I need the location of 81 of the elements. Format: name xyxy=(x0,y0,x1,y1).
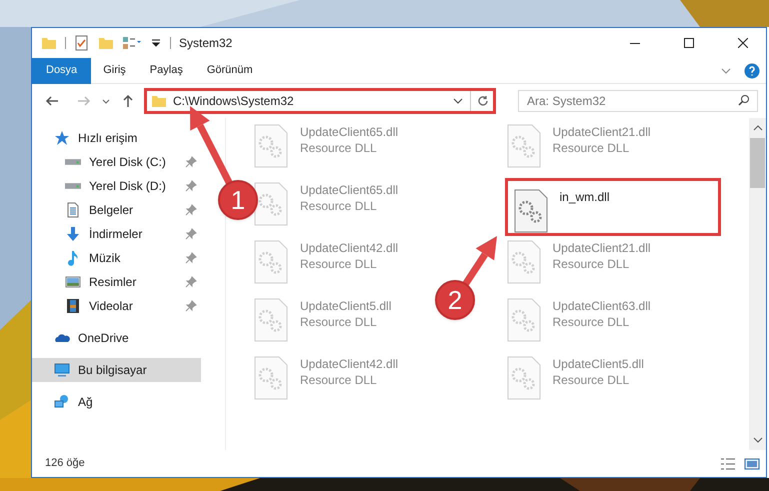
refresh-icon[interactable] xyxy=(477,95,489,107)
network-icon xyxy=(54,394,70,410)
sidebar-item[interactable]: Bu bilgisayar xyxy=(32,358,201,382)
file-name: UpdateClient63.dll xyxy=(552,298,651,314)
file-name: UpdateClient21.dll xyxy=(552,240,651,256)
folder-icon xyxy=(41,35,57,51)
folder-icon xyxy=(151,93,167,109)
pin-icon xyxy=(185,204,197,216)
file-name: UpdateClient5.dll xyxy=(552,356,644,372)
pin-icon xyxy=(185,252,197,264)
file-type: Resource DLL xyxy=(552,314,630,330)
close-icon xyxy=(738,38,748,48)
drive-icon xyxy=(65,159,81,165)
pin-icon xyxy=(185,156,197,168)
file-name: UpdateClient42.dll xyxy=(300,240,398,256)
file-menu-tab[interactable]: Dosya xyxy=(32,58,92,84)
download-arrow-icon xyxy=(65,226,81,242)
film-icon xyxy=(65,298,81,314)
scrollbar[interactable] xyxy=(749,118,766,450)
file-gears-icon xyxy=(254,124,288,168)
address-bar[interactable]: C:\Windows\System32 xyxy=(144,88,496,114)
sidebar-item[interactable]: Yerel Disk (D:) xyxy=(32,174,201,198)
large-icons-view-icon[interactable] xyxy=(744,456,760,472)
customize-toolbar-icon xyxy=(150,37,162,49)
file-type: Resource DLL xyxy=(300,140,378,156)
drive-icon xyxy=(65,183,81,189)
view-icon xyxy=(122,35,142,51)
ribbon-tab[interactable]: Giriş xyxy=(91,58,138,84)
new-folder-icon xyxy=(98,35,114,51)
sidebar-item[interactable]: Müzik xyxy=(32,246,201,270)
file-name: UpdateClient65.dll xyxy=(300,124,398,140)
file-type: Resource DLL xyxy=(300,372,378,388)
file-type: Resource DLL xyxy=(552,140,630,156)
file-type: Resource DLL xyxy=(300,314,378,330)
file-name: UpdateClient42.dll xyxy=(300,356,398,372)
file-gears-icon xyxy=(254,298,288,342)
file-gears-icon xyxy=(506,356,540,400)
file-type: Resource DLL xyxy=(552,372,630,388)
window-title: System32 xyxy=(179,35,234,52)
file-gears-icon xyxy=(514,189,548,233)
pin-icon xyxy=(185,180,197,192)
file-type: Resource DLL xyxy=(552,256,630,272)
file-gears-icon xyxy=(254,182,288,226)
item-count: 126 öğe xyxy=(45,456,86,472)
ribbon-tab[interactable]: Görünüm xyxy=(194,58,265,84)
file-gears-icon xyxy=(254,356,288,400)
ribbon-tab[interactable]: Paylaş xyxy=(138,58,195,84)
file-name: in_wm.dll xyxy=(560,189,610,205)
search-field[interactable]: Ara: System32 xyxy=(518,90,758,112)
sidebar-item[interactable]: Belgeler xyxy=(32,198,201,222)
sidebar-item[interactable]: Yerel Disk (C:) xyxy=(32,150,201,174)
file-gears-icon xyxy=(506,240,540,284)
pin-icon xyxy=(185,300,197,312)
file-name: UpdateClient65.dll xyxy=(300,182,398,198)
document-icon xyxy=(65,202,81,218)
maximize-icon xyxy=(684,38,694,48)
image-icon xyxy=(65,274,81,290)
monitor-icon xyxy=(54,362,70,378)
file-name: UpdateClient5.dll xyxy=(300,298,392,314)
sidebar-item[interactable]: Ağ xyxy=(32,390,201,414)
sidebar-item[interactable]: OneDrive xyxy=(32,326,201,350)
address-path: C:\Windows\System32 xyxy=(173,93,295,110)
scrollbar-thumb[interactable] xyxy=(750,138,765,188)
file-type: Resource DLL xyxy=(300,256,378,272)
sidebar-item[interactable]: İndirmeler xyxy=(32,222,201,246)
minimize-icon xyxy=(630,42,640,44)
help-icon xyxy=(744,62,760,78)
file-name: UpdateClient21.dll xyxy=(552,124,651,140)
sidebar-item[interactable]: Resimler xyxy=(32,270,201,294)
star-icon xyxy=(54,130,70,146)
file-gears-icon xyxy=(506,298,540,342)
file-gears-icon xyxy=(254,240,288,284)
file-gears-icon xyxy=(506,124,540,168)
details-view-icon[interactable] xyxy=(720,456,736,472)
search-icon xyxy=(738,94,750,106)
file-type: Resource DLL xyxy=(300,198,378,214)
properties-icon xyxy=(74,35,90,51)
pin-icon xyxy=(185,276,197,288)
sidebar-item[interactable]: Videolar xyxy=(32,294,201,318)
sidebar-item[interactable]: Hızlı erişim xyxy=(32,126,201,150)
pin-icon xyxy=(185,228,197,240)
